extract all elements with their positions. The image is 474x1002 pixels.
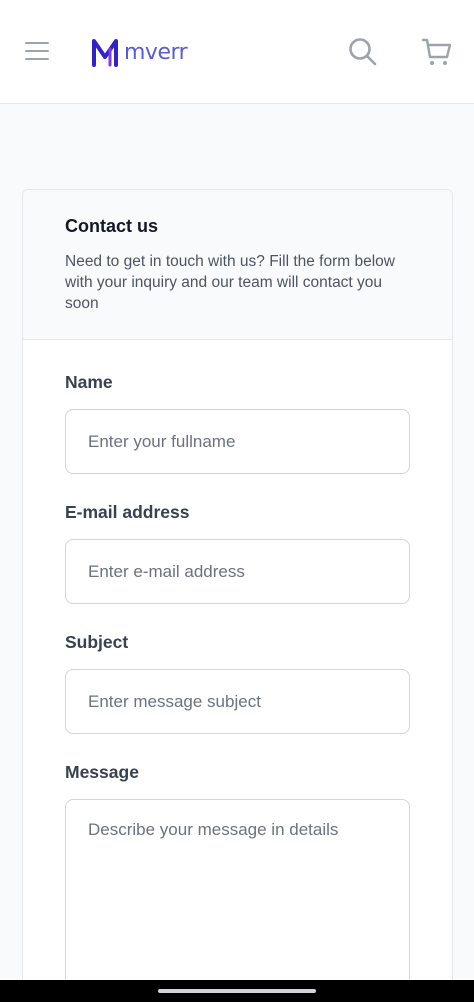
contact-description: Need to get in touch with us? Fill the f… bbox=[65, 253, 395, 312]
email-label: E-mail address bbox=[65, 502, 190, 522]
page-title: Contact us bbox=[65, 216, 159, 236]
search-icon[interactable] bbox=[346, 35, 380, 69]
subject-label: Subject bbox=[65, 632, 129, 652]
subject-input[interactable] bbox=[65, 669, 410, 734]
logo[interactable]: mverr bbox=[90, 34, 188, 70]
name-label: Name bbox=[65, 372, 113, 392]
home-gesture-handle[interactable] bbox=[158, 989, 316, 993]
name-field-group: Name bbox=[65, 372, 410, 474]
name-input[interactable] bbox=[65, 409, 410, 474]
menu-icon[interactable] bbox=[22, 36, 52, 66]
subject-field-group: Subject bbox=[65, 632, 410, 734]
message-textarea[interactable] bbox=[65, 799, 410, 999]
email-input[interactable] bbox=[65, 539, 410, 604]
app-header: mverr bbox=[0, 0, 474, 104]
contact-card-header: Contact us Need to get in touch with us?… bbox=[23, 190, 452, 340]
logo-text: mverr bbox=[124, 39, 188, 65]
cart-icon[interactable] bbox=[420, 35, 454, 69]
contact-card: Contact us Need to get in touch with us?… bbox=[22, 189, 453, 1002]
message-label: Message bbox=[65, 762, 139, 782]
contact-form: Name E-mail address Subject Message bbox=[23, 340, 452, 999]
message-field-group: Message bbox=[65, 762, 410, 999]
email-field-group: E-mail address bbox=[65, 502, 410, 604]
logo-icon bbox=[92, 39, 118, 67]
system-nav-bar bbox=[0, 980, 474, 1002]
